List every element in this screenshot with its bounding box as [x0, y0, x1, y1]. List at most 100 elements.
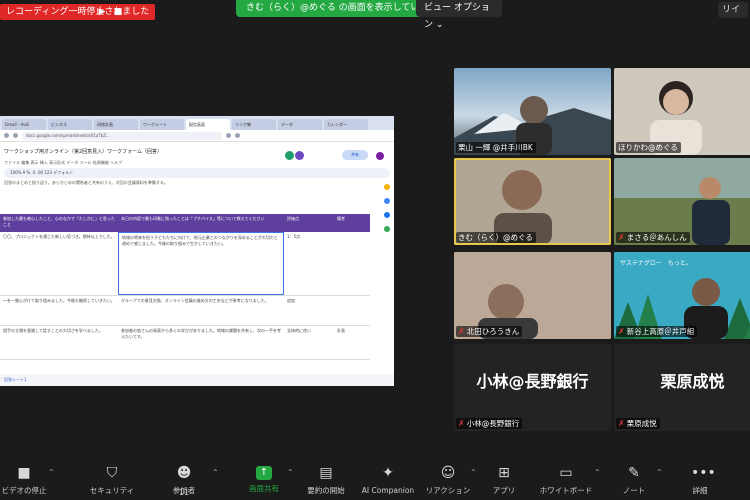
sheet-header-row: 参加した最も感心したこと、心のなかで「たしかに」と思ったこと 本日の内容で最も印…: [0, 214, 370, 232]
sheet-title[interactable]: ワークショップ用オンライン（第2回意見入）ワークフォーム（回答）: [4, 148, 162, 155]
sheet-title-row: ワークショップ用オンライン（第2回意見入）ワークフォーム（回答）: [0, 142, 394, 160]
participant-video-tile-off[interactable]: 栗原成悦 ✗ 栗原成悦: [614, 344, 750, 431]
play-icon[interactable]: ▶: [96, 6, 108, 18]
sheet-share-button[interactable]: 共有: [342, 150, 368, 160]
sheet-description: 回答のまとめと振り返り。あらかじめの関係者と共有のうえ、次回の会議資料を準備する…: [4, 180, 168, 185]
table-cell[interactable]: [334, 232, 370, 295]
table-cell[interactable]: 〇〇、プロジェクトを通じた新しい気づき。期待以上でした。: [0, 232, 118, 295]
table-cell[interactable]: 全体的に良い: [284, 326, 334, 359]
chevron-up-icon[interactable]: ⌃: [656, 468, 663, 477]
whiteboard-button[interactable]: ▭ ホワイトボード: [534, 462, 598, 500]
url-field[interactable]: docs.google.com/spreadsheets/d/1aTbZ...: [22, 131, 222, 140]
participant-video-tile-active-speaker[interactable]: きむ（らく）@めぐる: [454, 158, 611, 245]
mic-muted-icon: ✗: [618, 327, 625, 336]
table-cell[interactable]: 相手の立場を意識して話すことの大切さを学べました。: [0, 326, 118, 359]
chevron-up-icon[interactable]: ⌃: [212, 468, 219, 477]
table-cell-selected[interactable]: 地域の将来を担う子どもたちに向けて、地元企業とのつながりを深めることが大切だと改…: [118, 232, 284, 295]
participant-display-name: 小林@長野銀行: [476, 372, 589, 391]
participant-video-tile[interactable]: サステナグロー もっと。 ✗ 新谷上高原＠井戸組: [614, 252, 750, 339]
sheet-tab-bar[interactable]: 回答シート1: [0, 374, 394, 386]
maps-icon[interactable]: [384, 226, 390, 232]
avatar: [285, 151, 294, 160]
tasks-icon[interactable]: [384, 198, 390, 204]
browser-tab[interactable]: ワークシート: [140, 119, 184, 130]
participant-video-tile[interactable]: ✗ まさる＠あんしん: [614, 158, 750, 245]
table-cell[interactable]: 1：5点: [284, 232, 334, 295]
virtual-background-text: サステナグロー もっと。: [620, 260, 692, 267]
column-header[interactable]: 備考: [334, 214, 370, 232]
more-button[interactable]: ••• 詳細: [668, 462, 732, 500]
mic-muted-icon: ✗: [618, 233, 625, 242]
view-options-button[interactable]: ビュー オプション ⌄: [416, 0, 502, 30]
participant-video-tile[interactable]: ほりかわ@めぐる: [614, 68, 750, 155]
browser-tab[interactable]: カレンダー: [324, 119, 368, 130]
contacts-icon[interactable]: [384, 212, 390, 218]
browser-tab[interactable]: 研修計画: [94, 119, 138, 130]
avatar: [295, 151, 304, 160]
top-right-button[interactable]: リイ: [718, 2, 748, 18]
stop-icon[interactable]: ■: [112, 6, 124, 18]
smile-icon: ☺: [440, 465, 456, 481]
column-header[interactable]: 評価点: [284, 214, 334, 232]
notes-icon: ✎: [628, 465, 640, 481]
table-cell[interactable]: 追加: [284, 296, 334, 325]
apps-grid-icon: ⊞: [498, 465, 510, 481]
table-cell[interactable]: 〜を一層心がけて取り組みました。今後も継続していきたい。: [0, 296, 118, 325]
top-bar: レコーディング一時停止されました ▶ ■ きむ（らく）@めぐる の画面を表示して…: [0, 0, 750, 30]
reload-icon[interactable]: [13, 133, 18, 138]
mic-muted-icon: ✗: [618, 419, 625, 428]
table-cell[interactable]: [334, 296, 370, 325]
column-header[interactable]: 参加した最も感心したこと、心のなかで「たしかに」と思ったこと: [0, 214, 118, 232]
table-cell[interactable]: グループでの意見交換、オンライン会議の進め方の工夫などが参考になりました。: [118, 296, 284, 325]
security-button[interactable]: ⛉ セキュリティ: [80, 462, 144, 500]
browser-tab[interactable]: データ: [278, 119, 322, 130]
table-cell[interactable]: 参加者の皆さんの発表から多くの学びがありました。地域の課題を共有し、次の一手を考…: [118, 326, 284, 359]
keep-icon[interactable]: [384, 184, 390, 190]
table-row: 〇〇、プロジェクトを通じた新しい気づき。期待以上でした。 地域の将来を担う子ども…: [0, 232, 370, 296]
ai-companion-button[interactable]: ✦ AI Companion: [356, 462, 420, 500]
column-header[interactable]: 本日の内容で最も印象に残ったことは「プチバイス」等について教えてください: [118, 214, 284, 232]
people-icon: ☻11: [176, 465, 192, 497]
participant-video-tile[interactable]: ✗ 北田ひろうきん: [454, 252, 611, 339]
back-icon[interactable]: [4, 133, 9, 138]
participant-name-label: 栗山 一輝 @井手川BK: [456, 142, 536, 153]
address-bar: docs.google.com/spreadsheets/d/1aTbZ...: [0, 130, 394, 142]
start-summary-button[interactable]: ▤ 要約の開始: [294, 462, 358, 500]
spreadsheet-grid: 参加した最も感心したこと、心のなかで「たしかに」と思ったこと 本日の内容で最も印…: [0, 214, 370, 382]
more-dots-icon: •••: [691, 465, 716, 481]
table-cell[interactable]: 計画: [334, 326, 370, 359]
browser-tab[interactable]: Gmail - mail: [2, 119, 46, 130]
view-options-label: ビュー オプション: [424, 3, 490, 30]
browser-tab[interactable]: リンク集: [232, 119, 276, 130]
participant-name-label: ほりかわ@めぐる: [616, 142, 681, 153]
whiteboard-icon: ▭: [559, 465, 573, 481]
star-icon[interactable]: [226, 133, 231, 138]
participant-video-tile-off[interactable]: 小林@長野銀行 ✗ 小林@長野銀行: [454, 344, 611, 431]
participant-display-name: 栗原成悦: [660, 372, 725, 391]
apps-button[interactable]: ⊞ アプリ: [472, 462, 536, 500]
zoom-meeting-window: レコーディング一時停止されました ▶ ■ きむ（らく）@めぐる の画面を表示して…: [0, 0, 750, 500]
sparkle-icon: ✦: [382, 465, 394, 481]
browser-tab[interactable]: ビジネス: [48, 119, 92, 130]
extension-icon[interactable]: [235, 133, 240, 138]
participants-button[interactable]: ☻11 参加者: [152, 462, 216, 500]
participant-name-label: きむ（らく）@めぐる: [456, 232, 536, 243]
recording-status-badge[interactable]: レコーディング一時停止されました: [0, 4, 156, 20]
browser-tab-active[interactable]: 配信画面: [186, 119, 230, 130]
chevron-up-icon[interactable]: ⌃: [48, 468, 55, 477]
meeting-controls-toolbar: ■ ビデオの停止 ⌃ ⛉ セキュリティ ☻11 参加者 ⌃ ↑ 画面共有 ⌃ ▤…: [0, 460, 750, 500]
shield-icon: ⛉: [106, 465, 118, 481]
sheet-menu-bar[interactable]: ファイル 編集 表示 挿入 表示形式 データ ツール 拡張機能 ヘルプ: [0, 160, 394, 168]
participant-video-tile[interactable]: 栗山 一輝 @井手川BK: [454, 68, 611, 155]
table-row: 〜を一層心がけて取り組みました。今後も継続していきたい。 グループでの意見交換、…: [0, 296, 370, 326]
table-row: 相手の立場を意識して話すことの大切さを学べました。 参加者の皆さんの発表から多く…: [0, 326, 370, 360]
avatar[interactable]: [376, 152, 384, 160]
mic-muted-icon: ✗: [458, 327, 465, 336]
sheet-toolbar[interactable]: 100% ¥ % .0 .00 123 デフォルト: [4, 168, 390, 178]
chevron-up-icon[interactable]: ⌃: [594, 468, 601, 477]
chevron-up-icon[interactable]: ⌃: [287, 468, 294, 477]
participant-name-label: ✗ 新谷上高原＠井戸組: [616, 326, 698, 337]
mic-muted-icon: ✗: [458, 419, 465, 428]
participant-name-label: ✗ 小林@長野銀行: [456, 418, 523, 429]
document-icon: ▤: [319, 465, 333, 481]
